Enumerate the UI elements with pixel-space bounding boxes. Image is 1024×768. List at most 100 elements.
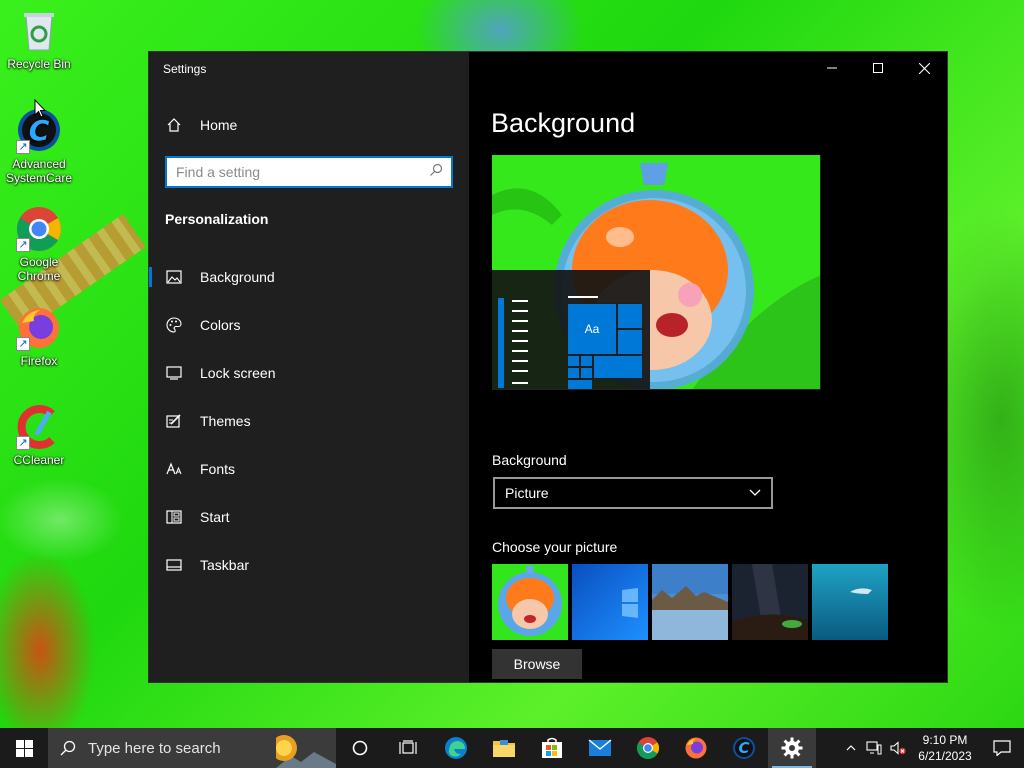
- picture-thumbnail-beach[interactable]: [652, 564, 728, 640]
- taskbar-edge[interactable]: [432, 728, 480, 768]
- choose-picture-label: Choose your picture: [492, 539, 618, 555]
- picture-thumbnail-night-sky[interactable]: [732, 564, 808, 640]
- sidebar-item-lock-screen[interactable]: Lock screen: [149, 353, 469, 393]
- taskbar-icon: [164, 555, 184, 575]
- search-highlight-icon: [276, 735, 336, 768]
- sidebar-item-label: Background: [200, 269, 275, 285]
- volume-muted-icon: [890, 741, 906, 755]
- home-label: Home: [200, 117, 238, 133]
- store-icon: [542, 737, 562, 758]
- taskbar-mail[interactable]: [576, 728, 624, 768]
- folder-icon: [493, 740, 515, 757]
- picture-thumbnail-windows[interactable]: [572, 564, 648, 640]
- taskbar-search-box[interactable]: Type here to search: [48, 728, 336, 768]
- background-type-label: Background: [492, 452, 567, 468]
- start-icon: [164, 507, 184, 527]
- sidebar-item-background[interactable]: Background: [149, 257, 469, 297]
- desktop-icon-google-chrome[interactable]: ↗ Google Chrome: [2, 206, 76, 283]
- window-title: Settings: [163, 62, 207, 76]
- sidebar-item-label: Colors: [200, 317, 241, 333]
- mouse-cursor-icon: [34, 99, 46, 118]
- find-setting-input[interactable]: [167, 158, 429, 186]
- sidebar-item-fonts[interactable]: Fonts: [149, 449, 469, 489]
- chrome-icon: [637, 737, 659, 759]
- background-type-dropdown[interactable]: Picture: [493, 477, 773, 509]
- sidebar-item-themes[interactable]: Themes: [149, 401, 469, 441]
- desktop-icon-advanced-systemcare[interactable]: C ↗ Advanced SystemCare: [2, 108, 76, 185]
- close-button[interactable]: [901, 52, 947, 84]
- svg-text:C: C: [738, 739, 749, 757]
- taskbar-advanced-systemcare[interactable]: C: [720, 728, 768, 768]
- preview-tile-text: Aa: [567, 303, 617, 355]
- firefox-icon: [685, 737, 707, 759]
- maximize-button[interactable]: [855, 52, 901, 84]
- desktop-icon-label: Advanced SystemCare: [5, 157, 73, 185]
- recycle-bin-icon: [16, 8, 62, 54]
- home-icon: [164, 115, 184, 135]
- sidebar-item-start[interactable]: Start: [149, 497, 469, 537]
- sidebar-item-label: Themes: [200, 413, 251, 429]
- desktop-icon-label: Recycle Bin: [7, 57, 71, 71]
- task-view-button[interactable]: [384, 728, 432, 768]
- close-icon: [918, 62, 930, 74]
- shortcut-arrow-icon: ↗: [16, 238, 30, 252]
- notification-icon: [993, 740, 1011, 756]
- desktop-icon-ccleaner[interactable]: ↗ CCleaner: [2, 404, 76, 467]
- browse-button[interactable]: Browse: [492, 649, 582, 679]
- picture-thumbnail-ornament[interactable]: [492, 564, 568, 640]
- desktop-icon-firefox[interactable]: ↗ Firefox: [2, 305, 76, 368]
- picture-thumbnail-underwater[interactable]: [812, 564, 888, 640]
- desktop-icon-label: Firefox: [20, 354, 58, 368]
- sidebar-item-label: Fonts: [200, 461, 236, 477]
- task-view-icon: [399, 740, 417, 754]
- sidebar-item-taskbar[interactable]: Taskbar: [149, 545, 469, 585]
- taskbar: Type here to search C 9:10 PM 6/21/2023: [0, 728, 1024, 768]
- search-icon: [60, 740, 76, 756]
- taskbar-firefox[interactable]: [672, 728, 720, 768]
- network-icon: [866, 741, 882, 755]
- clock-date: 6/21/2023: [918, 749, 972, 763]
- page-title: Background: [491, 108, 636, 138]
- find-setting-search[interactable]: [165, 156, 453, 188]
- action-center-button[interactable]: [980, 728, 1024, 768]
- ornament-thumbnail-image: [492, 564, 568, 640]
- mail-icon: [588, 739, 612, 756]
- clock-time: 9:10 PM: [922, 733, 968, 747]
- chevron-up-icon: [846, 745, 856, 751]
- dropdown-selected-value: Picture: [505, 485, 549, 501]
- settings-window: Settings Home Personalization Background: [148, 51, 948, 683]
- show-hidden-icons-button[interactable]: [840, 728, 862, 768]
- sidebar-item-label: Lock screen: [200, 365, 276, 381]
- shortcut-arrow-icon: ↗: [16, 436, 30, 450]
- minimize-button[interactable]: [809, 52, 855, 84]
- taskbar-chrome[interactable]: [624, 728, 672, 768]
- themes-icon: [164, 411, 184, 431]
- maximize-icon: [873, 63, 883, 73]
- cortana-button[interactable]: [336, 728, 384, 768]
- volume-button[interactable]: [886, 728, 910, 768]
- taskbar-clock[interactable]: 9:10 PM 6/21/2023: [910, 732, 980, 764]
- cortana-circle-icon: [352, 740, 368, 756]
- taskbar-search-placeholder: Type here to search: [88, 739, 221, 757]
- sidebar-item-label: Start: [200, 509, 230, 525]
- settings-sidebar: Settings Home Personalization Background: [149, 52, 469, 682]
- underwater-thumbnail-image: [812, 564, 888, 640]
- minimize-icon: [827, 67, 837, 69]
- night-sky-thumbnail-image: [732, 564, 808, 640]
- taskbar-file-explorer[interactable]: [480, 728, 528, 768]
- home-nav[interactable]: Home: [149, 105, 469, 145]
- search-icon: [429, 163, 443, 182]
- section-header-personalization: Personalization: [165, 211, 269, 227]
- lock-screen-icon: [164, 363, 184, 383]
- network-button[interactable]: [862, 728, 886, 768]
- desktop-icon-recycle-bin[interactable]: Recycle Bin: [2, 8, 76, 71]
- palette-icon: [164, 315, 184, 335]
- advanced-systemcare-icon: C: [733, 737, 755, 759]
- start-button[interactable]: [0, 728, 48, 768]
- taskbar-microsoft-store[interactable]: [528, 728, 576, 768]
- shortcut-arrow-icon: ↗: [16, 140, 30, 154]
- settings-content: Background Aa Background Picture Choose …: [469, 52, 947, 682]
- sidebar-item-colors[interactable]: Colors: [149, 305, 469, 345]
- gear-icon: [781, 737, 803, 759]
- taskbar-settings[interactable]: [768, 728, 816, 768]
